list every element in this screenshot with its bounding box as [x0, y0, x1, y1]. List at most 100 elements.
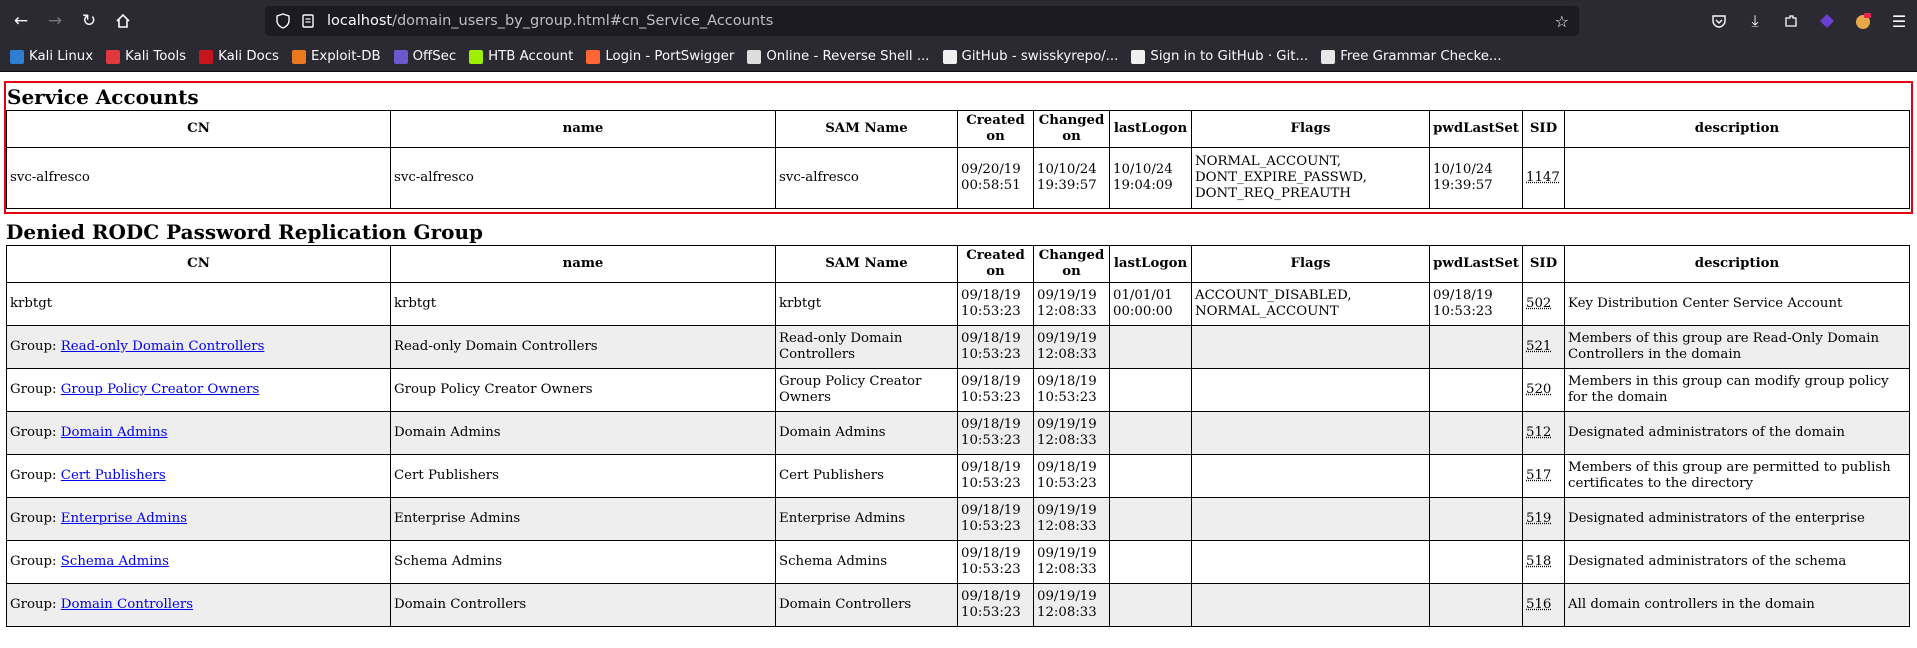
cell-sam-name-value: Domain Admins — [779, 425, 886, 440]
cell-description-value: Members in this group can modify group p… — [1568, 374, 1889, 405]
cell-sid[interactable]: 517 — [1522, 454, 1565, 498]
bookmark-label: OffSec — [412, 49, 457, 64]
table-row: Group: Enterprise Admins Enterprise Admin… — [6, 497, 1910, 541]
bookmark-item[interactable]: OffSec — [393, 49, 457, 64]
cell-sid[interactable]: 520 — [1522, 368, 1565, 412]
cell-name: Schema Admins — [390, 540, 776, 584]
cell-sam-name-value: Group Policy Creator Owners — [779, 374, 922, 405]
reload-icon[interactable]: ↻ — [76, 8, 102, 34]
cell-cn: Group: Domain Admins — [6, 411, 391, 455]
cell-created-on: 09/20/19 00:58:51 — [957, 147, 1034, 209]
downloads-icon[interactable]: ⤓ — [1737, 11, 1773, 31]
cell-created-on-value: 09/18/19 10:53:23 — [961, 374, 1021, 405]
table-row: Group: Domain Controllers Domain Controll… — [6, 583, 1910, 627]
url-bar[interactable]: localhost/domain_users_by_group.html#cn_… — [265, 6, 1579, 36]
column-header-description: description — [1564, 245, 1910, 283]
cell-cn: Group: Group Policy Creator Owners — [6, 368, 391, 412]
cell-created-on: 09/18/19 10:53:23 — [957, 454, 1034, 498]
group-link[interactable]: Enterprise Admins — [61, 511, 187, 526]
cell-created-on-value: 09/18/19 10:53:23 — [961, 460, 1021, 491]
bookmark-label: Kali Tools — [125, 49, 187, 64]
section-title-denied-rodc: Denied RODC Password Replication Group — [6, 220, 483, 244]
cell-changed-on: 09/19/19 12:08:33 — [1033, 497, 1110, 541]
bookmark-item[interactable]: Kali Docs — [199, 49, 279, 64]
cn-prefix: Group: — [10, 597, 61, 612]
bookmark-item[interactable]: Kali Linux — [10, 49, 93, 64]
bookmark-label: Online - Reverse Shell ... — [766, 49, 930, 64]
column-header-changed-on: Changed on — [1033, 110, 1110, 148]
bookmark-item[interactable]: GitHub - swisskyrepo/... — [942, 49, 1118, 64]
group-link[interactable]: Group Policy Creator Owners — [61, 382, 260, 397]
cell-name: Domain Admins — [390, 411, 776, 455]
cell-last-logon — [1109, 411, 1192, 455]
bookmark-item[interactable]: Kali Tools — [106, 49, 186, 64]
bookmark-item[interactable]: Free Grammar Checke... — [1321, 49, 1502, 64]
cell-description: Members of this group are Read-Only Doma… — [1564, 325, 1910, 369]
cell-cn: Group: Enterprise Admins — [6, 497, 391, 541]
cell-changed-on: 09/19/19 12:08:33 — [1033, 325, 1110, 369]
page-info-icon[interactable] — [301, 13, 315, 29]
cell-changed-on-value: 09/18/19 10:53:23 — [1037, 374, 1097, 405]
group-link[interactable]: Domain Controllers — [61, 597, 193, 612]
home-icon[interactable] — [110, 8, 136, 34]
cell-created-on: 09/18/19 10:53:23 — [957, 411, 1034, 455]
cell-changed-on-value: 09/19/19 12:08:33 — [1037, 546, 1097, 577]
column-header-cn: CN — [6, 110, 391, 148]
bookmark-label: Sign in to GitHub · Git... — [1150, 49, 1309, 64]
bookmark-label: Kali Docs — [218, 49, 279, 64]
bookmark-label: HTB Account — [488, 49, 574, 64]
bookmark-star-icon[interactable]: ☆ — [1555, 12, 1569, 31]
bookmark-item[interactable]: Sign in to GitHub · Git... — [1131, 49, 1308, 64]
cell-flags: NORMAL_ACCOUNT, DONT_EXPIRE_PASSWD, DONT… — [1191, 147, 1430, 209]
back-arrow-icon[interactable]: ← — [8, 8, 34, 34]
cell-flags: ACCOUNT_DISABLED, NORMAL_ACCOUNT — [1191, 282, 1430, 326]
extension-purple-icon[interactable] — [1809, 13, 1845, 29]
cell-sid[interactable]: 1147 — [1522, 147, 1565, 209]
cell-sid[interactable]: 519 — [1522, 497, 1565, 541]
cell-sid[interactable]: 512 — [1522, 411, 1565, 455]
forward-arrow-icon[interactable]: → — [42, 8, 68, 34]
extensions-icon[interactable] — [1773, 13, 1809, 29]
group-link[interactable]: Cert Publishers — [61, 468, 166, 483]
cell-sid-value: 502 — [1526, 296, 1552, 311]
group-link[interactable]: Domain Admins — [61, 425, 168, 440]
cell-description: Designated administrators of the schema — [1564, 540, 1910, 584]
bookmark-favicon-icon — [942, 49, 957, 64]
menu-hamburger-icon[interactable]: ☰ — [1881, 12, 1917, 31]
cn-prefix: Group: — [10, 554, 61, 569]
bookmark-item[interactable]: Online - Reverse Shell ... — [747, 49, 930, 64]
bookmark-item[interactable]: Login - PortSwigger — [586, 49, 734, 64]
cell-pwd-last-set: 09/18/19 10:53:23 — [1429, 282, 1523, 326]
cell-sid[interactable]: 516 — [1522, 583, 1565, 627]
cell-sam-name: Domain Controllers — [775, 583, 958, 627]
pocket-icon[interactable] — [1701, 13, 1737, 29]
column-header-created-on: Created on — [957, 110, 1034, 148]
cell-sid[interactable]: 518 — [1522, 540, 1565, 584]
cell-flags — [1191, 368, 1430, 412]
cell-flags — [1191, 540, 1430, 584]
cell-sid[interactable]: 521 — [1522, 325, 1565, 369]
cell-created-on: 09/18/19 10:53:23 — [957, 497, 1034, 541]
cell-name-value: Group Policy Creator Owners — [394, 382, 593, 397]
table-row: Group: Cert Publishers Cert Publishers Cer… — [6, 454, 1910, 498]
tracking-shield-icon[interactable] — [275, 13, 291, 29]
bookmark-item[interactable]: HTB Account — [469, 49, 573, 64]
url-text[interactable]: localhost/domain_users_by_group.html#cn_… — [327, 13, 773, 29]
table-row: Group: Domain Admins Domain Admins Domain … — [6, 411, 1910, 455]
url-host: localhost — [327, 13, 393, 29]
cell-pwd-last-set: 10/10/24 19:39:57 — [1429, 147, 1523, 209]
column-header-name: name — [390, 110, 776, 148]
group-link[interactable]: Read-only Domain Controllers — [61, 339, 265, 354]
cell-flags — [1191, 583, 1430, 627]
cell-last-logon — [1109, 325, 1192, 369]
cell-sid[interactable]: 502 — [1522, 282, 1565, 326]
bookmark-item[interactable]: Exploit-DB — [291, 49, 381, 64]
cell-name-value: Read-only Domain Controllers — [394, 339, 598, 354]
cell-description-value: Key Distribution Center Service Account — [1568, 296, 1843, 311]
group-link[interactable]: Schema Admins — [61, 554, 169, 569]
cell-sam-name-value: Cert Publishers — [779, 468, 884, 483]
cell-name-value: svc-alfresco — [394, 170, 474, 185]
profile-avatar-icon[interactable] — [1845, 12, 1881, 30]
cell-name-value: Schema Admins — [394, 554, 503, 569]
cell-description: Designated administrators of the domain — [1564, 411, 1910, 455]
